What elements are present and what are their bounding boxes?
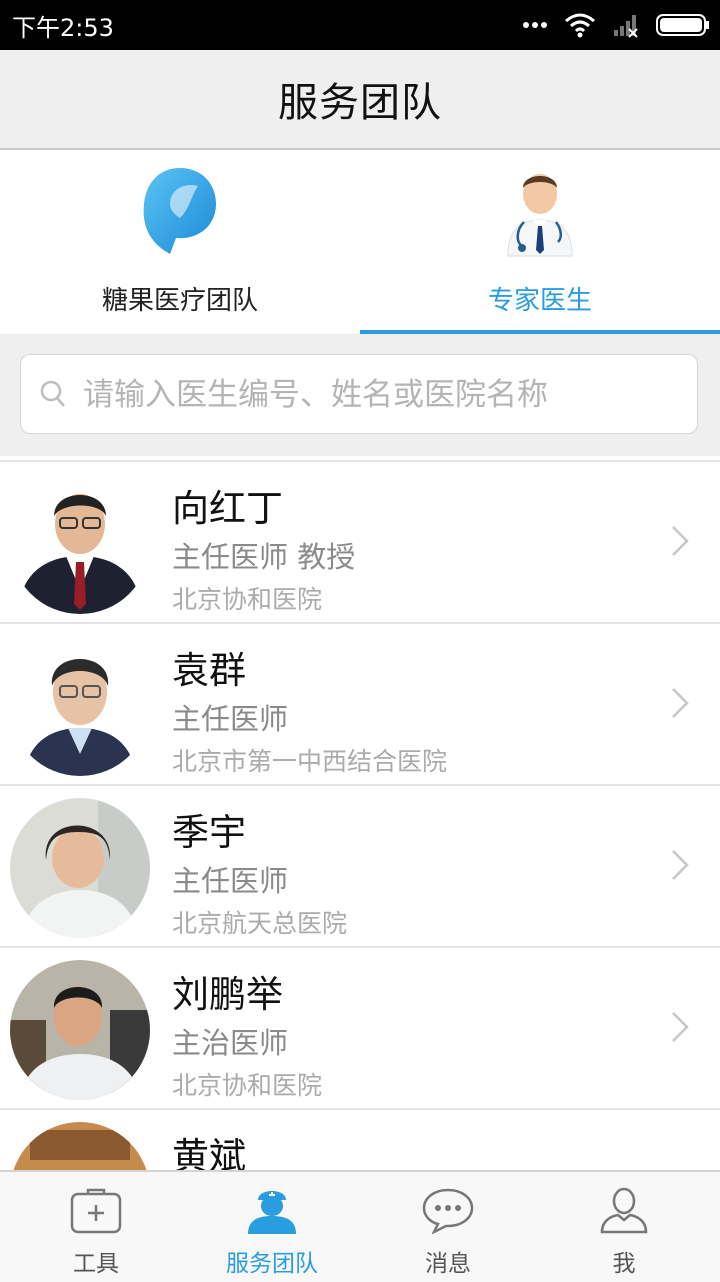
tab-label: 专家医生 bbox=[487, 286, 592, 316]
doctor-list: 向红丁 主任医师 教授 北京协和医院 袁群 主任医师 北京市第一中西结合医院 季… bbox=[0, 460, 720, 1172]
nav-label: 服务团队 bbox=[226, 1251, 318, 1277]
title-bar: 服务团队 bbox=[0, 50, 720, 150]
doctor-row[interactable]: 刘鹏举 主治医师 北京协和医院 bbox=[0, 948, 720, 1110]
medkit-icon bbox=[70, 1188, 122, 1234]
avatar bbox=[10, 474, 150, 614]
page-title: 服务团队 bbox=[278, 80, 442, 126]
doctor-name: 袁群 bbox=[172, 649, 246, 692]
chevron-right-icon bbox=[672, 688, 689, 718]
doctor-row[interactable]: 向红丁 主任医师 教授 北京协和医院 bbox=[0, 462, 720, 624]
wifi-icon bbox=[565, 13, 595, 38]
search-icon bbox=[40, 380, 65, 407]
doctor-row[interactable]: 季宇 主任医师 北京航天总医院 bbox=[0, 786, 720, 948]
team-tabs: 糖果医疗团队 专家医生 bbox=[0, 150, 720, 334]
chevron-right-icon bbox=[672, 526, 689, 556]
tab-tangguo-team[interactable]: 糖果医疗团队 bbox=[0, 150, 360, 334]
status-time: 下午2:53 bbox=[12, 14, 114, 42]
chat-bubble-icon bbox=[422, 1188, 474, 1234]
nav-service-team[interactable]: 服务团队 bbox=[184, 1172, 360, 1282]
search-area bbox=[0, 334, 720, 456]
chevron-right-icon bbox=[672, 1012, 689, 1042]
bottom-nav: 工具 服务团队 消息 我 bbox=[0, 1170, 720, 1282]
doctor-row[interactable]: 黄斌 bbox=[0, 1110, 720, 1172]
nav-label: 工具 bbox=[73, 1251, 119, 1277]
doctor-name: 季宇 bbox=[172, 811, 246, 854]
user-icon bbox=[600, 1187, 648, 1234]
doctor-name: 向红丁 bbox=[172, 487, 283, 530]
avatar bbox=[10, 960, 150, 1100]
nav-label: 我 bbox=[612, 1251, 636, 1277]
nav-messages[interactable]: 消息 bbox=[360, 1172, 536, 1282]
nav-me[interactable]: 我 bbox=[536, 1172, 712, 1282]
nurse-user-icon bbox=[248, 1191, 296, 1234]
doctor-title: 主任医师 bbox=[172, 702, 289, 736]
tangguo-logo-icon bbox=[143, 168, 216, 254]
chevron-right-icon bbox=[672, 850, 689, 880]
signal-icon bbox=[614, 15, 638, 38]
avatar bbox=[10, 1122, 150, 1172]
doctor-title: 主任医师 教授 bbox=[172, 540, 356, 574]
nav-tools[interactable]: 工具 bbox=[8, 1172, 184, 1282]
status-icons bbox=[522, 10, 710, 40]
doctor-name: 黄斌 bbox=[172, 1135, 246, 1172]
doctor-hospital: 北京市第一中西结合医院 bbox=[172, 747, 448, 776]
search-input[interactable] bbox=[81, 365, 685, 425]
doctor-title: 主任医师 bbox=[172, 864, 289, 898]
more-dots-icon bbox=[523, 22, 547, 28]
doctor-icon bbox=[507, 174, 573, 257]
doctor-title: 主治医师 bbox=[172, 1026, 289, 1060]
doctor-hospital: 北京协和医院 bbox=[172, 585, 323, 614]
avatar bbox=[10, 636, 150, 776]
battery-icon bbox=[656, 14, 709, 36]
tab-label: 糖果医疗团队 bbox=[101, 286, 258, 316]
doctor-name: 刘鹏举 bbox=[172, 973, 283, 1016]
search-box[interactable] bbox=[20, 354, 698, 434]
tab-expert-doctors[interactable]: 专家医生 bbox=[360, 150, 720, 334]
avatar bbox=[10, 798, 150, 938]
doctor-row[interactable]: 袁群 主任医师 北京市第一中西结合医院 bbox=[0, 624, 720, 786]
doctor-hospital: 北京航天总医院 bbox=[172, 909, 348, 938]
nav-label: 消息 bbox=[425, 1251, 471, 1277]
status-bar: 下午2:53 bbox=[0, 0, 720, 50]
doctor-hospital: 北京协和医院 bbox=[172, 1071, 323, 1100]
